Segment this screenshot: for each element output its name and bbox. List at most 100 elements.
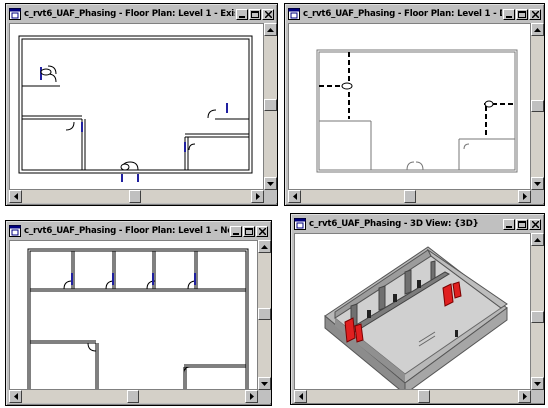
scroll-left-button[interactable] [9,190,22,203]
scroll-down-button[interactable] [264,177,277,190]
maximize-icon [518,220,526,228]
vertical-scrollbar[interactable] [264,23,277,190]
minimize-button[interactable] [230,225,242,237]
window-title: c_rvt6_UAF_Phasing - 3D View: {3D} [309,219,479,229]
vertical-scrollbar[interactable] [531,23,544,190]
scroll-thumb[interactable] [531,311,544,323]
titlebar-new[interactable]: c_rvt6_UAF_Phasing - Floor Plan: Level 1… [8,223,269,239]
titlebar-3d[interactable]: c_rvt6_UAF_Phasing - 3D View: {3D} [293,216,542,232]
arrow-up-icon [261,244,268,249]
scroll-left-button[interactable] [288,190,301,203]
arrow-down-icon [534,181,541,186]
titlebar-existing[interactable]: c_rvt6_UAF_Phasing - Floor Plan: Level 1… [8,6,275,22]
floor-plan-canvas[interactable] [288,23,531,190]
close-icon [531,10,539,18]
close-icon [264,10,272,18]
scroll-up-button[interactable] [258,240,271,253]
close-button[interactable] [262,8,274,20]
horizontal-scrollbar[interactable] [288,190,531,203]
vertical-scrollbar[interactable] [258,240,271,390]
maximize-icon [251,10,259,18]
scroll-left-button[interactable] [9,390,22,403]
size-grip[interactable] [264,190,277,203]
arrow-up-icon [534,27,541,32]
revit-document-icon [294,218,306,230]
minimize-icon [505,15,512,18]
close-button[interactable] [529,218,541,230]
arrow-down-icon [261,381,268,386]
scroll-up-button[interactable] [264,23,277,36]
window-title: c_rvt6_UAF_Phasing - Floor Plan: Level 1… [303,9,502,19]
scroll-thumb[interactable] [258,308,271,320]
titlebar-demo[interactable]: c_rvt6_UAF_Phasing - Floor Plan: Level 1… [287,6,542,22]
arrow-down-icon [534,381,541,386]
window-demo[interactable]: c_rvt6_UAF_Phasing - Floor Plan: Level 1… [284,3,545,206]
scroll-down-button[interactable] [531,377,544,390]
arrow-right-icon [255,193,260,200]
maximize-button[interactable] [249,8,261,20]
window-title: c_rvt6_UAF_Phasing - Floor Plan: Level 1… [24,226,229,236]
maximize-icon [245,227,253,235]
window-existing[interactable]: c_rvt6_UAF_Phasing - Floor Plan: Level 1… [5,3,278,206]
arrow-right-icon [522,193,527,200]
close-icon [258,227,266,235]
arrow-right-icon [522,393,527,400]
horizontal-scrollbar[interactable] [9,390,258,403]
arrow-up-icon [267,27,274,32]
floor-plan-existing [18,35,253,182]
scroll-thumb[interactable] [264,99,277,111]
scroll-right-button[interactable] [518,390,531,403]
maximize-button[interactable] [516,8,528,20]
scroll-thumb[interactable] [531,100,544,112]
floor-plan-demo [316,49,518,173]
scroll-right-button[interactable] [245,390,258,403]
floor-plan-canvas[interactable] [9,23,264,190]
scroll-thumb[interactable] [129,190,141,203]
scroll-right-button[interactable] [518,190,531,203]
close-button[interactable] [256,225,268,237]
window-3d-view[interactable]: c_rvt6_UAF_Phasing - 3D View: {3D} [290,213,545,405]
size-grip[interactable] [258,390,271,403]
arrow-right-icon [249,393,254,400]
floor-plan-new [27,248,249,389]
revit-document-icon [9,225,21,237]
scroll-thumb[interactable] [404,190,416,203]
size-grip[interactable] [531,190,544,203]
close-button[interactable] [529,8,541,20]
scroll-right-button[interactable] [251,190,264,203]
arrow-left-icon [298,393,303,400]
maximize-button[interactable] [516,218,528,230]
scroll-down-button[interactable] [258,377,271,390]
maximize-button[interactable] [243,225,255,237]
minimize-button[interactable] [503,8,515,20]
arrow-left-icon [13,193,18,200]
size-grip[interactable] [531,390,544,403]
window-title: c_rvt6_UAF_Phasing - Floor Plan: Level 1… [24,9,235,19]
arrow-up-icon [534,237,541,242]
floor-plan-canvas[interactable] [9,240,258,390]
revit-document-icon [288,8,300,20]
horizontal-scrollbar[interactable] [9,190,264,203]
close-icon [531,220,539,228]
window-new[interactable]: c_rvt6_UAF_Phasing - Floor Plan: Level 1… [5,220,272,406]
3d-model [324,246,508,389]
minimize-icon [232,232,239,235]
scroll-up-button[interactable] [531,23,544,36]
scroll-down-button[interactable] [531,177,544,190]
scroll-thumb[interactable] [418,390,430,403]
minimize-button[interactable] [503,218,515,230]
scroll-up-button[interactable] [531,233,544,246]
minimize-icon [505,225,512,228]
vertical-scrollbar[interactable] [531,233,544,390]
scroll-left-button[interactable] [294,390,307,403]
maximize-icon [518,10,526,18]
scroll-thumb[interactable] [127,390,139,403]
3d-view-canvas[interactable] [294,233,531,390]
revit-document-icon [9,8,21,20]
minimize-icon [238,15,245,18]
horizontal-scrollbar[interactable] [294,390,531,403]
arrow-left-icon [292,193,297,200]
arrow-left-icon [13,393,18,400]
arrow-down-icon [267,181,274,186]
minimize-button[interactable] [236,8,248,20]
